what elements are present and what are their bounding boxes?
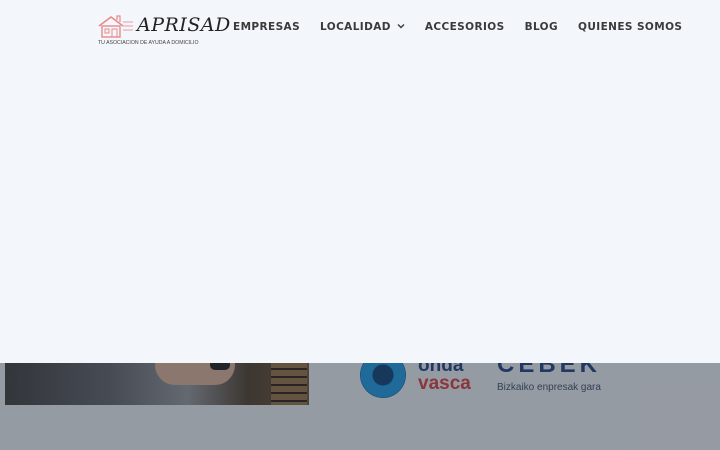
nav-item-blog[interactable]: BLOG [525, 21, 558, 33]
main-nav: EMPRESAS LOCALIDAD ACCESORIOS BLOG QUIEN… [233, 21, 702, 33]
brand-tagline: TU ASOCIACION DE AYUDA A DOMICILIO [98, 40, 199, 46]
header-dropdown-panel: APRISAD TU ASOCIACION DE AYUDA A DOMICIL… [0, 0, 720, 363]
nav-item-empresas[interactable]: EMPRESAS [233, 21, 300, 33]
nav-item-localidad[interactable]: LOCALIDAD [320, 21, 405, 33]
nav-item-accesorios[interactable]: ACCESORIOS [425, 21, 505, 33]
aprisad-logo[interactable]: APRISAD TU ASOCIACION DE AYUDA A DOMICIL… [97, 12, 230, 50]
nav-item-quienes-somos[interactable]: QUIENES SOMOS [578, 21, 682, 33]
brand-name: APRISAD [137, 14, 231, 36]
house-icon [98, 15, 133, 38]
chevron-down-icon [397, 22, 405, 32]
